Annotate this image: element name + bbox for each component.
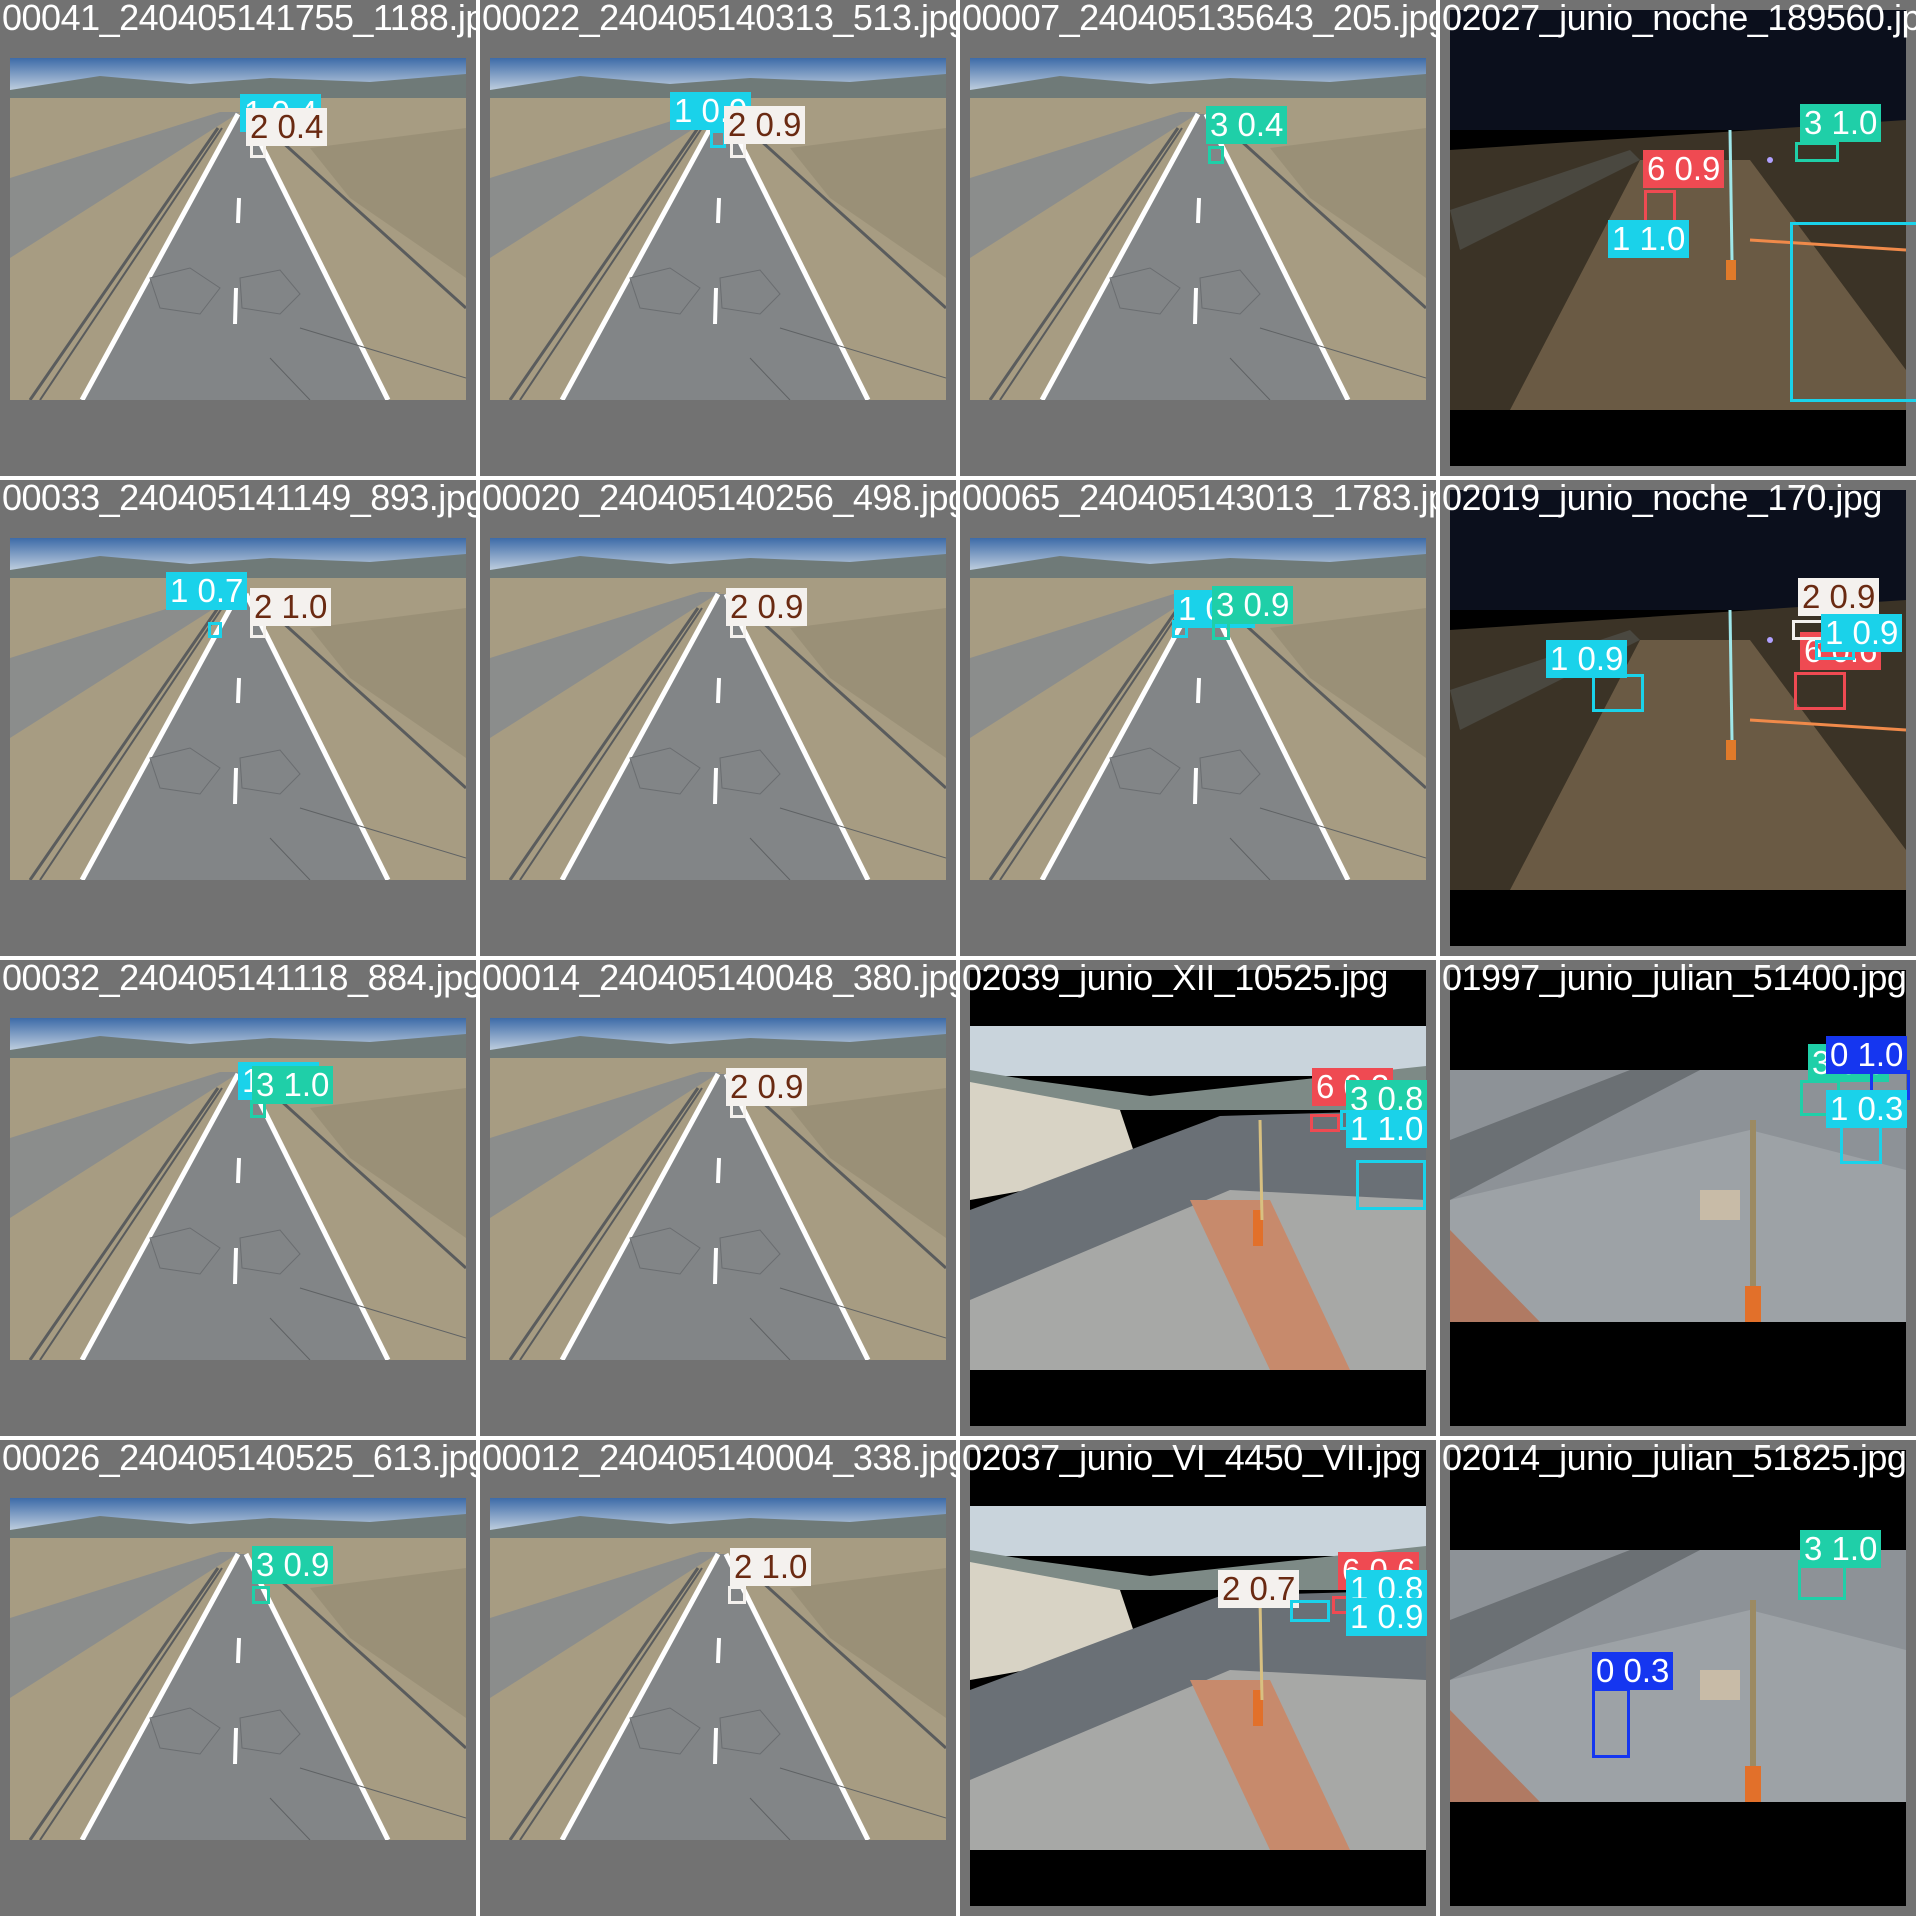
detection-label: 3 1.0 xyxy=(1800,1530,1882,1568)
image-filename: 02014_junio_julian_51825.jpg xyxy=(1442,1440,1907,1478)
road-camera-image xyxy=(490,538,946,880)
detection-box xyxy=(1840,1122,1882,1164)
detection-label: 2 0.9 xyxy=(726,588,808,626)
mosaic-tile: 02027_junio_noche_189560.jpg 6 0.9 1 1.0 3 … xyxy=(1440,0,1916,476)
detection-box xyxy=(208,622,222,638)
detection-box xyxy=(1592,674,1644,712)
road-camera-image xyxy=(1450,490,1906,946)
image-filename: 00032_240405141118_884.jpg xyxy=(2,960,476,998)
mosaic-tile: 00014_240405140048_380.jpg 2 0.9 xyxy=(480,960,956,1436)
road-camera-image xyxy=(10,58,466,400)
detection-label: 3 1.0 xyxy=(252,1066,334,1104)
road-camera-image xyxy=(10,1498,466,1840)
detection-label: 1 0.9 xyxy=(1546,640,1628,678)
detection-label: 3 0.9 xyxy=(1212,586,1294,624)
detection-box xyxy=(1310,1114,1340,1132)
detection-box xyxy=(252,1586,270,1604)
detection-label: 0 0.3 xyxy=(1592,1652,1674,1690)
image-filename: 00012_240405140004_338.jpg xyxy=(482,1440,956,1478)
road-camera-image xyxy=(490,1018,946,1360)
detection-box xyxy=(1795,142,1839,162)
mosaic-tile: 00026_240405140525_613.jpg 3 0.9 xyxy=(0,1440,476,1916)
mosaic-tile: 00022_240405140313_513.jpg 1 0.9 2 0.9 xyxy=(480,0,956,476)
image-filename: 02037_junio_VI_4450_VII.jpg xyxy=(962,1440,1421,1478)
detection-label: 1 0.7 xyxy=(166,572,248,610)
detection-label: 3 0.4 xyxy=(1206,106,1288,144)
mosaic-tile: 02019_junio_noche_170.jpg6 0.61 0.92 0.9… xyxy=(1440,480,1916,956)
detection-box xyxy=(728,1586,746,1604)
image-filename: 02019_junio_noche_170.jpg xyxy=(1442,480,1882,518)
image-filename: 02039_junio_XII_10525.jpg xyxy=(962,960,1388,998)
mosaic-tile: 00007_240405135643_205.jpg 3 0.4 xyxy=(960,0,1436,476)
detection-label: 2 0.9 xyxy=(1798,578,1880,616)
road-camera-image xyxy=(1450,1450,1906,1906)
detection-label: 0 1.0 xyxy=(1826,1036,1908,1074)
image-filename: 02027_junio_noche_189560.jpg xyxy=(1442,0,1916,38)
detection-label: 1 1.0 xyxy=(1608,220,1690,258)
mosaic-tile: 00065_240405143013_1783.jpg1 0.93 0.9 xyxy=(960,480,1436,956)
image-filename: 00020_240405140256_498.jpg xyxy=(482,480,956,518)
detection-mosaic: 00041_240405141755_1188.jpg1 0.42 0.4 00… xyxy=(0,0,1920,1920)
mosaic-tile: 02037_junio_VI_4450_VII.jpg6 0.62 0.71 0… xyxy=(960,1440,1436,1916)
detection-box xyxy=(1592,1688,1630,1758)
detection-label: 1 1.0 xyxy=(1346,1110,1428,1148)
image-filename: 00065_240405143013_1783.jpg xyxy=(962,480,1436,518)
image-filename: 00041_240405141755_1188.jpg xyxy=(2,0,476,38)
detection-label: 1 0.9 xyxy=(1346,1598,1428,1636)
mosaic-tile: 01997_junio_julian_51400.jpg3 0.30 1.01 … xyxy=(1440,960,1916,1436)
detection-label: 3 0.9 xyxy=(252,1546,334,1584)
detection-label: 2 1.0 xyxy=(250,588,332,626)
mosaic-tile: 00041_240405141755_1188.jpg1 0.42 0.4 xyxy=(0,0,476,476)
image-filename: 00022_240405140313_513.jpg xyxy=(482,0,956,38)
image-filename: 00033_240405141149_893.jpg xyxy=(2,480,476,518)
detection-label: 2 0.9 xyxy=(726,1068,808,1106)
detection-label: 3 1.0 xyxy=(1800,104,1882,142)
detection-label: 6 0.9 xyxy=(1643,150,1725,188)
detection-label: 2 0.9 xyxy=(724,106,806,144)
detection-box xyxy=(1794,672,1846,710)
road-camera-image xyxy=(970,58,1426,400)
detection-box xyxy=(1290,1600,1330,1622)
image-filename: 01997_junio_julian_51400.jpg xyxy=(1442,960,1907,998)
road-camera-image xyxy=(490,1498,946,1840)
image-filename: 00014_240405140048_380.jpg xyxy=(482,960,956,998)
image-filename: 00007_240405135643_205.jpg xyxy=(962,0,1436,38)
mosaic-tile: 00033_240405141149_893.jpg 1 0.7 2 1.0 xyxy=(0,480,476,956)
mosaic-tile: 00032_240405141118_884.jpg1 1.03 1.0 xyxy=(0,960,476,1436)
detection-box xyxy=(1356,1160,1426,1210)
detection-label: 2 0.4 xyxy=(246,108,328,146)
detection-label: 1 0.9 xyxy=(1821,614,1903,652)
detection-label: 2 0.7 xyxy=(1218,1570,1300,1608)
detection-box xyxy=(1790,222,1916,402)
mosaic-tile: 02039_junio_XII_10525.jpg6 0.31 0.43 0.8… xyxy=(960,960,1436,1436)
mosaic-tile: 02014_junio_julian_51825.jpg 3 1.0 0 0.3 xyxy=(1440,1440,1916,1916)
road-camera-image xyxy=(970,1450,1426,1906)
detection-label: 2 1.0 xyxy=(730,1548,812,1586)
image-filename: 00026_240405140525_613.jpg xyxy=(2,1440,476,1478)
mosaic-tile: 00020_240405140256_498.jpg 2 0.9 xyxy=(480,480,956,956)
detection-label: 1 0.3 xyxy=(1826,1090,1908,1128)
mosaic-tile: 00012_240405140004_338.jpg 2 1.0 xyxy=(480,1440,956,1916)
detection-box xyxy=(1208,146,1224,164)
